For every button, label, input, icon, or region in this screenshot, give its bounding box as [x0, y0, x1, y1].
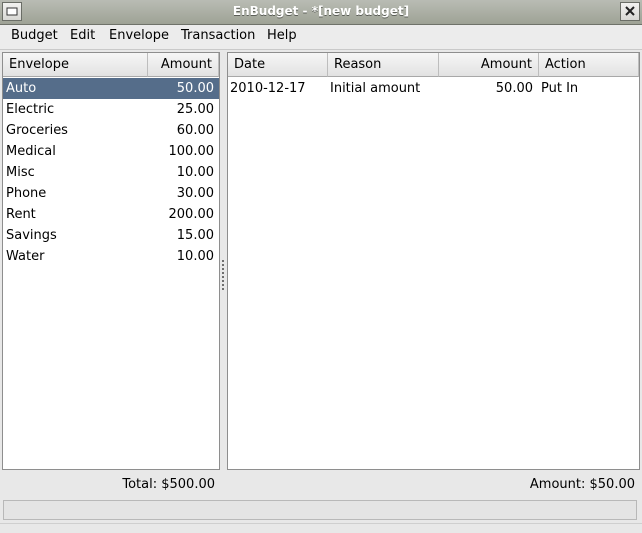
pane-divider-handle[interactable]: [220, 50, 227, 470]
menu-edit[interactable]: Edit: [70, 28, 95, 43]
menu-bar: Budget Edit Envelope Transaction Help: [0, 25, 642, 50]
menu-transaction[interactable]: Transaction: [181, 28, 255, 43]
envelope-amount: 25.00: [176, 102, 214, 117]
transaction-amount: 50.00: [495, 81, 533, 96]
transaction-reason: Initial amount: [330, 81, 421, 96]
title-bar: EnBudget - *[new budget]: [0, 0, 642, 25]
grip-dot: [222, 272, 224, 274]
close-button[interactable]: [620, 2, 640, 21]
envelope-name: Groceries: [6, 123, 68, 138]
envelope-row[interactable]: Savings 15.00: [3, 225, 219, 246]
column-header-amount[interactable]: Amount: [439, 53, 539, 77]
envelope-list[interactable]: Envelope Amount Auto 50.00 Electric 25.0…: [2, 52, 220, 470]
column-header-date[interactable]: Date: [228, 53, 328, 77]
grip-dot: [222, 268, 224, 270]
envelope-name: Medical: [6, 144, 56, 159]
grip-dot: [222, 284, 224, 286]
envelope-name: Water: [6, 249, 45, 264]
envelope-row[interactable]: Groceries 60.00: [3, 120, 219, 141]
envelope-name: Misc: [6, 165, 35, 180]
envelope-total: Total: $500.00: [122, 477, 215, 492]
grip-dot: [222, 280, 224, 282]
app-window: EnBudget - *[new budget] Budget Edit Env…: [0, 0, 642, 533]
grip-dot: [222, 264, 224, 266]
summary-bar: Total: $500.00 Amount: $50.00: [0, 472, 642, 498]
status-bar: [3, 500, 637, 520]
envelope-name: Rent: [6, 207, 36, 222]
column-header-amount[interactable]: Amount: [148, 53, 219, 77]
envelope-name: Electric: [6, 102, 55, 117]
envelope-row[interactable]: Misc 10.00: [3, 162, 219, 183]
envelope-name: Savings: [6, 228, 57, 243]
close-icon: [625, 6, 635, 16]
envelope-row[interactable]: Water 10.00: [3, 246, 219, 267]
menu-budget[interactable]: Budget: [11, 28, 58, 43]
column-header-reason[interactable]: Reason: [328, 53, 439, 77]
envelope-row[interactable]: Medical 100.00: [3, 141, 219, 162]
menu-help[interactable]: Help: [267, 28, 297, 43]
envelope-row[interactable]: Electric 25.00: [3, 99, 219, 120]
grip-dot: [222, 260, 224, 262]
transaction-action: Put In: [541, 81, 579, 96]
envelope-amount: 10.00: [176, 165, 214, 180]
envelope-row[interactable]: Auto 50.00: [3, 78, 219, 99]
envelope-name: Auto: [6, 81, 37, 96]
window-title: EnBudget - *[new budget]: [232, 4, 410, 18]
column-header-envelope[interactable]: Envelope: [3, 53, 148, 77]
envelope-amount: 100.00: [168, 144, 215, 159]
envelope-row[interactable]: Phone 30.00: [3, 183, 219, 204]
transaction-amount-summary: Amount: $50.00: [529, 477, 635, 492]
transaction-date: 2010-12-17: [230, 81, 306, 96]
envelope-amount: 60.00: [176, 123, 214, 138]
menu-envelope[interactable]: Envelope: [109, 28, 169, 43]
envelope-name: Phone: [6, 186, 47, 201]
grip-dot: [222, 276, 224, 278]
envelope-amount: 15.00: [176, 228, 214, 243]
envelope-amount: 30.00: [176, 186, 214, 201]
envelope-amount: 50.00: [176, 81, 214, 96]
grip-dot: [222, 288, 224, 290]
envelope-amount: 10.00: [176, 249, 214, 264]
envelope-row[interactable]: Rent 200.00: [3, 204, 219, 225]
transaction-row[interactable]: 2010-12-17 Initial amount 50.00 Put In: [228, 78, 639, 99]
transaction-list[interactable]: Date Reason Amount Action 2010-12-17 Ini…: [227, 52, 640, 470]
envelope-amount: 200.00: [168, 207, 215, 222]
column-header-action[interactable]: Action: [539, 53, 639, 77]
